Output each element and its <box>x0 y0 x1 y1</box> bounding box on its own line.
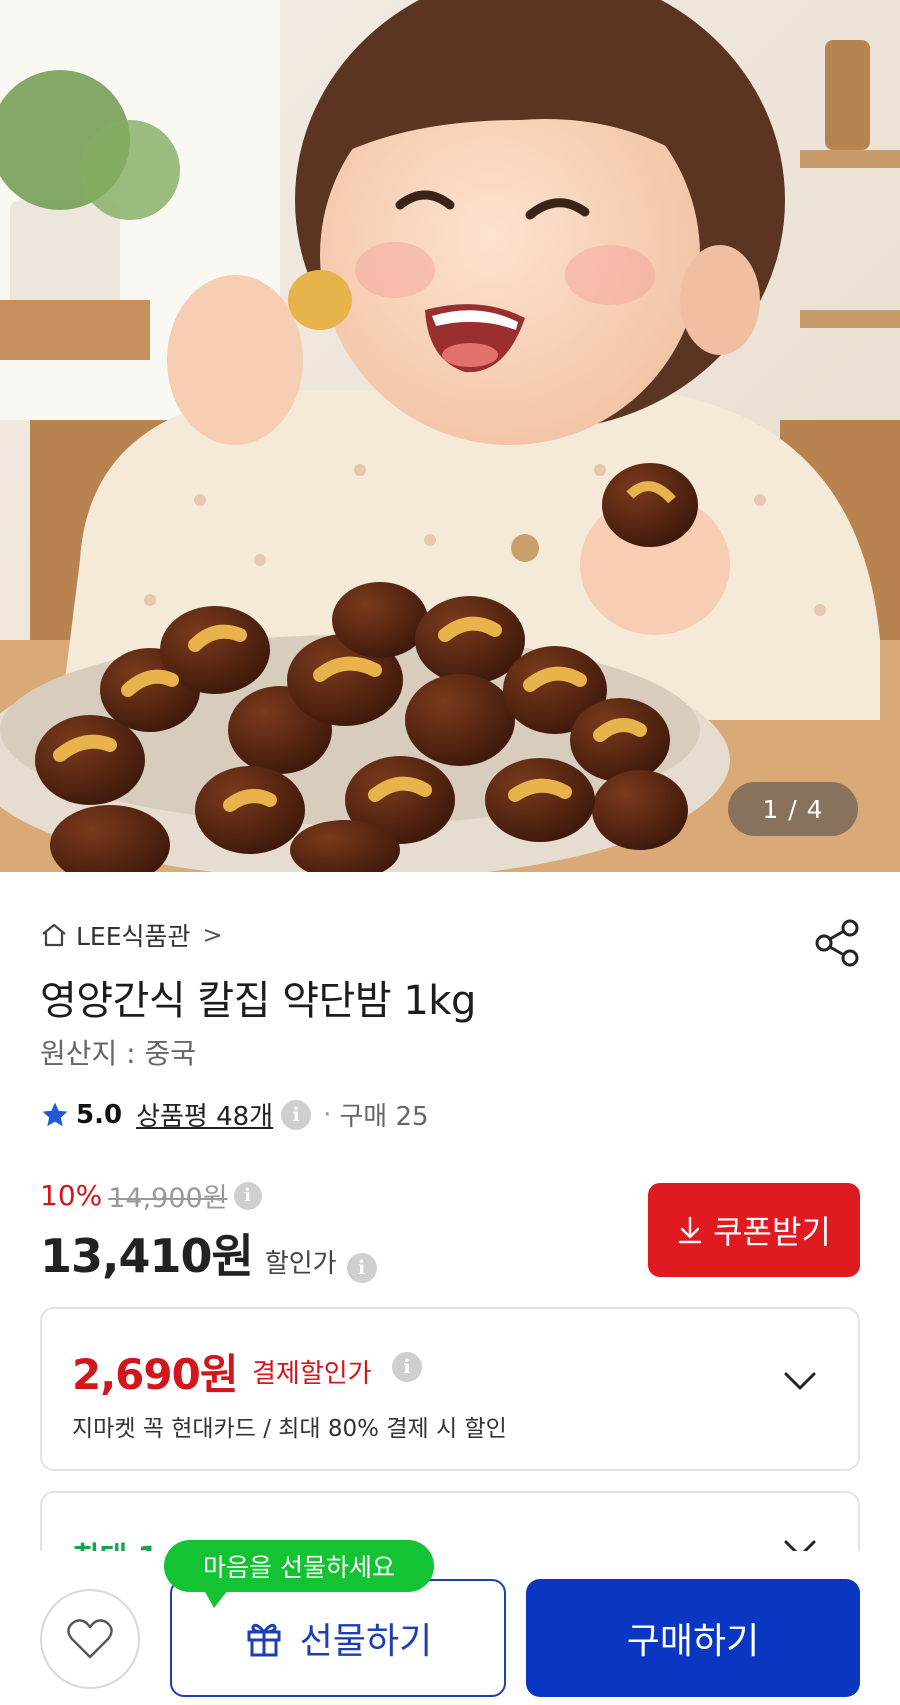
sale-price-row: 13,410원 할인가 i <box>40 1220 377 1286</box>
payment-discount-label: 결제할인가 <box>252 1359 372 1389</box>
gift-tooltip-text: 마음을 선물하세요 <box>203 1553 395 1582</box>
payment-discount-amount: 2,690원 <box>72 1350 238 1399</box>
product-photo <box>0 0 900 872</box>
review-count-link[interactable]: 상품평 48개 <box>136 1096 273 1133</box>
separator-dot: · <box>323 1099 332 1130</box>
home-icon <box>42 923 66 947</box>
tooltip-tail <box>204 1590 228 1608</box>
original-price: 14,900원 <box>108 1183 228 1214</box>
indicator-text: 1 / 4 <box>762 794 824 824</box>
purchase-count: 구매 25 <box>339 1102 429 1132</box>
heart-icon <box>67 1619 113 1659</box>
coupon-button-label: 쿠폰받기 <box>713 1213 831 1251</box>
sale-price: 13,410원 <box>40 1229 254 1283</box>
favorite-button[interactable] <box>40 1589 140 1689</box>
price-info-icon[interactable]: i <box>233 1181 262 1210</box>
payment-discount-description: 지마켓 꼭 현대카드 / 최대 80% 결제 시 할인 <box>72 1416 507 1442</box>
gift-button-label: 선물하기 <box>299 1621 433 1662</box>
chevron-right-icon: > <box>202 921 223 949</box>
image-page-indicator: 1 / 4 <box>728 782 858 836</box>
rating-row: 5.0 상품평 48개 i · 구매 25 <box>40 1096 429 1133</box>
buy-button-label: 구매하기 <box>626 1621 760 1662</box>
payment-info-icon[interactable]: i <box>392 1352 422 1382</box>
bottom-action-bar: 선물하기 구매하기 <box>0 1551 900 1705</box>
star-icon <box>42 1102 68 1126</box>
store-link[interactable]: LEE식품관 > <box>40 917 223 953</box>
info-icon[interactable]: i <box>281 1099 312 1130</box>
gift-tooltip: 마음을 선물하세요 <box>164 1540 434 1608</box>
product-image-carousel[interactable]: 1 / 4 <box>0 0 900 872</box>
product-title: 영양간식 칼집 약단밤 1kg <box>40 978 476 1024</box>
sale-price-label: 할인가 <box>264 1249 337 1279</box>
discount-percent: 10% <box>40 1179 103 1212</box>
download-icon <box>678 1216 702 1244</box>
discount-row: 10% 14,900원 i <box>40 1176 262 1215</box>
coupon-download-button[interactable]: 쿠폰받기 <box>648 1183 860 1277</box>
share-button[interactable] <box>814 918 862 968</box>
rating-score: 5.0 <box>76 1099 123 1130</box>
buy-button[interactable]: 구매하기 <box>526 1579 860 1697</box>
store-name: LEE식품관 <box>76 922 191 951</box>
share-icon <box>815 919 859 967</box>
product-origin: 원산지 : 중국 <box>40 1037 197 1070</box>
payment-discount-card[interactable]: 2,690원 결제할인가 i 지마켓 꼭 현대카드 / 최대 80% 결제 시 … <box>40 1307 860 1471</box>
chevron-down-icon <box>784 1372 816 1390</box>
sale-info-icon[interactable]: i <box>346 1253 377 1283</box>
gift-icon <box>247 1623 281 1657</box>
